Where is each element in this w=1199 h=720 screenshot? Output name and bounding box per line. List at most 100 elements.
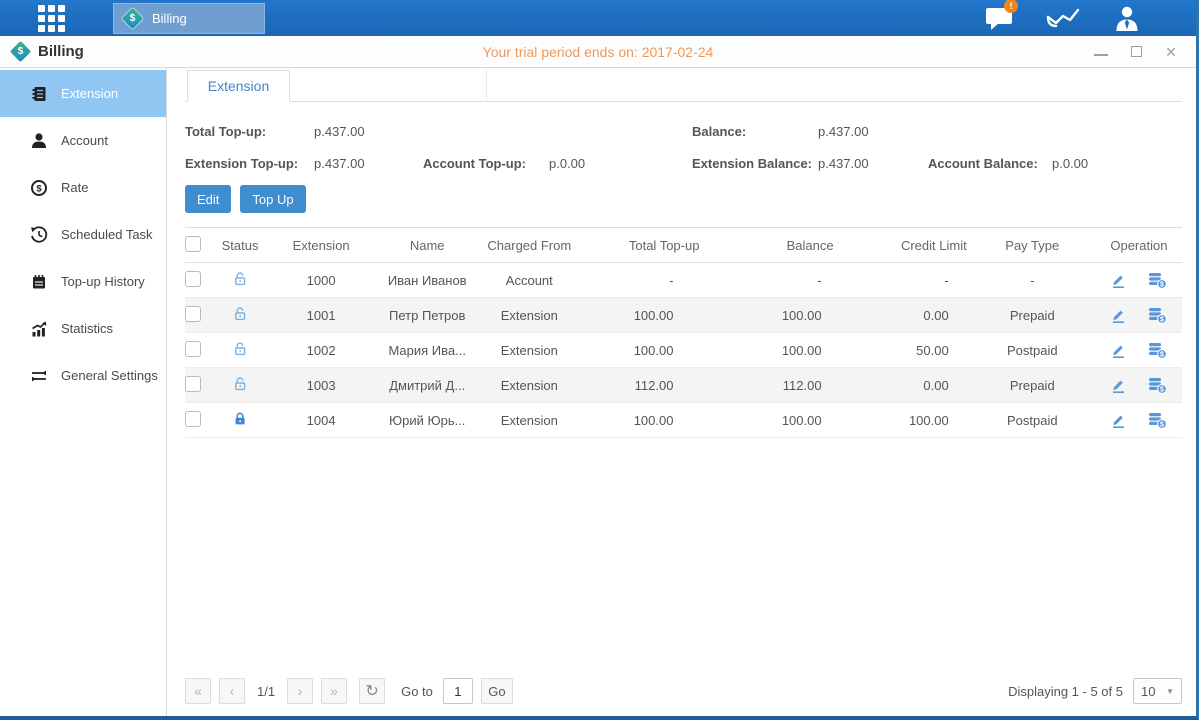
lock-open-icon xyxy=(232,271,248,287)
cell-charged-from: Extension xyxy=(479,403,579,438)
account-topup-value: p.0.00 xyxy=(549,156,692,171)
cell-credit-limit: 0.00 xyxy=(836,368,969,403)
edit-row-icon[interactable] xyxy=(1110,307,1130,324)
table-row: 1002 Мария Ива... Extension 100.00 100.0… xyxy=(185,333,1182,368)
total-topup-value: p.437.00 xyxy=(314,124,423,139)
extension-balance-value: p.437.00 xyxy=(818,156,928,171)
col-status: Status xyxy=(213,228,267,263)
chevron-down-icon: ▼ xyxy=(1166,687,1174,696)
page-size-value: 10 xyxy=(1141,684,1155,699)
topup-history-notebook-icon xyxy=(30,273,48,291)
tab-extension[interactable]: Extension xyxy=(187,70,290,102)
sidebar-item-label: Statistics xyxy=(61,321,113,336)
topup-row-icon[interactable]: $ xyxy=(1148,307,1168,324)
cell-extension: 1001 xyxy=(267,298,375,333)
window-title: $ Billing xyxy=(0,43,84,60)
tab-strip: Extension xyxy=(185,68,1182,102)
user-account-icon[interactable] xyxy=(1110,4,1144,32)
top-up-button[interactable]: Top Up xyxy=(240,185,305,213)
billing-app-icon: $ xyxy=(10,41,31,62)
notification-badge: ! xyxy=(1004,0,1018,13)
messages-icon[interactable]: ! xyxy=(982,4,1016,32)
first-page-button[interactable]: « xyxy=(185,678,211,704)
edit-row-icon[interactable] xyxy=(1110,412,1130,429)
last-page-button[interactable]: » xyxy=(321,678,347,704)
account-person-icon xyxy=(30,132,48,150)
cell-charged-from: Extension xyxy=(479,333,579,368)
balance-label: Balance: xyxy=(692,124,818,139)
topup-row-icon[interactable]: $ xyxy=(1148,377,1168,394)
app-grid-icon[interactable] xyxy=(38,5,65,32)
row-checkbox[interactable] xyxy=(185,306,201,322)
cell-credit-limit: 100.00 xyxy=(836,403,969,438)
cell-balance: 100.00 xyxy=(701,333,835,368)
cell-total-topup: - xyxy=(579,263,701,298)
row-checkbox[interactable] xyxy=(185,341,201,357)
summary-panel: Total Top-up: p.437.00 Balance: p.437.00… xyxy=(185,102,1182,179)
sidebar-item-topup-history[interactable]: Top-up History xyxy=(0,258,166,305)
extension-balance-label: Extension Balance: xyxy=(692,156,818,171)
statistics-chart-icon xyxy=(30,320,48,338)
topup-row-icon[interactable]: $ xyxy=(1148,342,1168,359)
col-pay-type: Pay Type xyxy=(969,228,1096,263)
cell-credit-limit: - xyxy=(836,263,969,298)
table-row: 1004 Юрий Юрь... Extension 100.00 100.00… xyxy=(185,403,1182,438)
sidebar-item-label: Scheduled Task xyxy=(61,227,153,242)
col-operation: Operation xyxy=(1096,228,1182,263)
extensions-table: Status Extension Name Charged From Total… xyxy=(185,227,1182,438)
top-taskbar: $ Billing ! xyxy=(0,0,1196,36)
edit-row-icon[interactable] xyxy=(1110,342,1130,359)
go-button[interactable]: Go xyxy=(481,678,513,704)
general-settings-sliders-icon xyxy=(30,367,48,385)
cell-name: Петр Петров xyxy=(375,298,479,333)
svg-text:$: $ xyxy=(1160,281,1164,288)
next-page-button[interactable]: › xyxy=(287,678,313,704)
sidebar-item-account[interactable]: Account xyxy=(0,117,166,164)
maximize-button[interactable] xyxy=(1131,46,1142,57)
extension-topup-value: p.437.00 xyxy=(314,156,423,171)
topup-row-icon[interactable]: $ xyxy=(1148,272,1168,289)
cell-balance: 112.00 xyxy=(701,368,835,403)
cell-pay-type: Prepaid xyxy=(969,368,1096,403)
cell-pay-type: Prepaid xyxy=(969,298,1096,333)
topup-row-icon[interactable]: $ xyxy=(1148,412,1168,429)
col-extension: Extension xyxy=(267,228,375,263)
sidebar-item-general-settings[interactable]: General Settings xyxy=(0,352,166,399)
lock-closed-icon xyxy=(232,411,248,427)
table-row: 1001 Петр Петров Extension 100.00 100.00… xyxy=(185,298,1182,333)
edit-row-icon[interactable] xyxy=(1110,272,1130,289)
rate-dollar-icon: $ xyxy=(30,179,48,197)
cell-name: Юрий Юрь... xyxy=(375,403,479,438)
close-button[interactable]: × xyxy=(1164,45,1178,59)
sidebar-item-extension[interactable]: Extension xyxy=(0,70,166,117)
row-checkbox[interactable] xyxy=(185,411,201,427)
cell-charged-from: Extension xyxy=(479,298,579,333)
page-size-select[interactable]: 10 ▼ xyxy=(1133,678,1182,704)
refresh-button[interactable]: ↻ xyxy=(359,678,385,704)
cell-charged-from: Account xyxy=(479,263,579,298)
sidebar-item-statistics[interactable]: Statistics xyxy=(0,305,166,352)
sidebar-item-label: General Settings xyxy=(61,368,158,383)
edit-button[interactable]: Edit xyxy=(185,185,231,213)
taskbar-tab-label: Billing xyxy=(152,11,187,26)
taskbar-tab-billing[interactable]: $ Billing xyxy=(113,3,265,34)
sidebar-item-rate[interactable]: $ Rate xyxy=(0,164,166,211)
prev-page-button[interactable]: ‹ xyxy=(219,678,245,704)
minimize-button[interactable] xyxy=(1094,48,1108,56)
cell-extension: 1003 xyxy=(267,368,375,403)
cell-name: Дмитрий Д... xyxy=(375,368,479,403)
col-charged-from: Charged From xyxy=(479,228,579,263)
row-checkbox[interactable] xyxy=(185,376,201,392)
lock-open-icon xyxy=(232,341,248,357)
total-topup-label: Total Top-up: xyxy=(185,124,314,139)
svg-text:$: $ xyxy=(1160,316,1164,323)
account-balance-label: Account Balance: xyxy=(928,156,1052,171)
cell-extension: 1000 xyxy=(267,263,375,298)
select-all-checkbox[interactable] xyxy=(185,236,201,252)
reports-chart-icon[interactable] xyxy=(1046,4,1080,32)
row-checkbox[interactable] xyxy=(185,271,201,287)
sidebar-item-scheduled-task[interactable]: Scheduled Task xyxy=(0,211,166,258)
edit-row-icon[interactable] xyxy=(1110,377,1130,394)
goto-page-input[interactable] xyxy=(443,678,473,704)
extension-topup-label: Extension Top-up: xyxy=(185,156,314,171)
